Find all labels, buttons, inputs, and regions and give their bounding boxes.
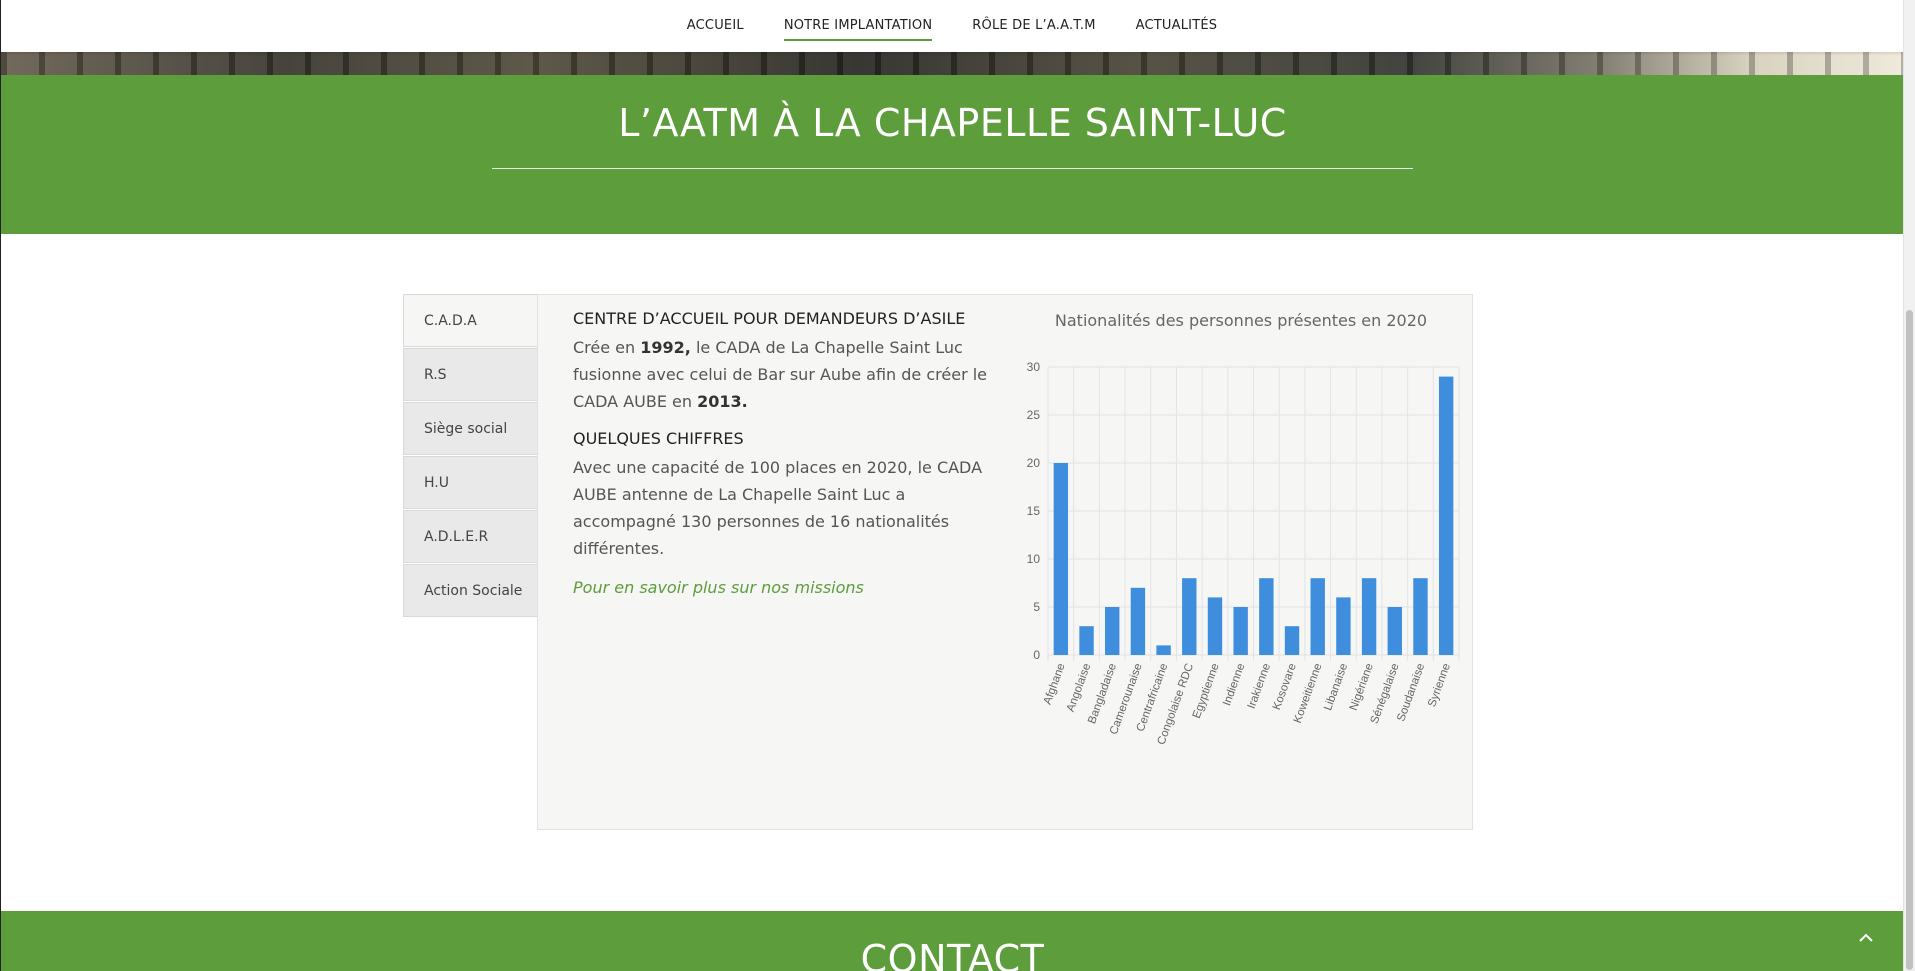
bar[interactable] <box>1438 376 1454 655</box>
bar[interactable] <box>1156 645 1171 655</box>
hero-image <box>1 52 1904 75</box>
tab-label: C.A.D.A <box>424 312 477 329</box>
page-scrollbar[interactable] <box>1903 0 1915 971</box>
x-tick-label: Egyptienne <box>1191 662 1222 720</box>
bar[interactable] <box>1130 587 1146 655</box>
x-tick-label: Soudanaise <box>1395 662 1427 723</box>
tab-hu[interactable]: H.U <box>403 456 538 509</box>
nav-item-role-aatm[interactable]: RÔLE DE L’A.A.T.M <box>972 12 1095 41</box>
window-edge <box>0 0 1 971</box>
bar[interactable] <box>1053 463 1069 655</box>
nationalities-chart: Nationalités des personnes présentes en … <box>1008 295 1474 831</box>
back-to-top-button[interactable] <box>1843 915 1888 960</box>
nav-item-accueil[interactable]: ACCUEIL <box>687 12 744 41</box>
x-tick-label: Angolaise <box>1065 662 1094 714</box>
tab-label: R.S <box>424 366 447 383</box>
y-tick-label: 0 <box>1033 648 1040 662</box>
bar[interactable] <box>1387 607 1402 655</box>
tab-panel-cada: CENTRE D’ACCUEIL POUR DEMANDEURS D’ASILE… <box>537 294 1473 830</box>
nav-item-notre-implantation[interactable]: NOTRE IMPLANTATION <box>783 12 933 41</box>
top-navigation: ACCUEIL NOTRE IMPLANTATION RÔLE DE L’A.A… <box>0 0 1904 52</box>
contact-section: CONTACT <box>1 911 1904 971</box>
bar[interactable] <box>1259 578 1274 655</box>
x-tick-label: Kosovare <box>1271 662 1299 712</box>
bar[interactable] <box>1079 626 1094 655</box>
bar[interactable] <box>1182 578 1197 655</box>
history-paragraph: Crée en 1992, le CADA de La Chapelle Sai… <box>573 334 993 415</box>
nav-item-actualites[interactable]: ACTUALITÉS <box>1136 12 1218 41</box>
year-highlight: 2013. <box>697 392 748 411</box>
tab-cada[interactable]: C.A.D.A <box>403 294 538 347</box>
section-heading: CENTRE D’ACCUEIL POUR DEMANDEURS D’ASILE <box>573 309 966 328</box>
x-tick-label: Nigériane <box>1348 662 1376 712</box>
tab-adler[interactable]: A.D.L.E.R <box>403 510 538 563</box>
y-tick-label: 10 <box>1027 552 1041 566</box>
tab-label: Action Sociale <box>424 582 523 599</box>
y-tick-label: 25 <box>1027 408 1041 422</box>
x-tick-label: Indienne <box>1221 662 1247 708</box>
x-tick-label: Afghane <box>1042 662 1068 706</box>
bar[interactable] <box>1233 607 1248 655</box>
bar[interactable] <box>1361 578 1377 655</box>
title-divider <box>492 168 1413 169</box>
chart-canvas: 051015202530AfghaneAngolaiseBangladaiseC… <box>1027 360 1460 747</box>
title-banner: L’AATM À LA CHAPELLE SAINT-LUC <box>1 75 1904 234</box>
bar[interactable] <box>1207 597 1223 655</box>
year-highlight: 1992, <box>640 338 691 357</box>
bar[interactable] <box>1284 626 1300 655</box>
x-tick-label: Libanaise <box>1322 662 1350 712</box>
tab-label: H.U <box>424 474 449 491</box>
text-segment: Crée en <box>573 338 641 357</box>
page-title: L’AATM À LA CHAPELLE SAINT-LUC <box>618 101 1287 145</box>
y-tick-label: 20 <box>1027 456 1041 470</box>
x-tick-label: Syrienne <box>1426 662 1453 709</box>
bar[interactable] <box>1105 607 1120 655</box>
contact-title: CONTACT <box>860 937 1045 971</box>
figures-paragraph: Avec une capacité de 100 places en 2020,… <box>573 458 983 558</box>
panel-text: CENTRE D’ACCUEIL POUR DEMANDEURS D’ASILE… <box>573 309 993 597</box>
tab-label: Siège social <box>424 420 508 437</box>
y-tick-label: 30 <box>1027 360 1041 374</box>
figures-heading: QUELQUES CHIFFRES <box>573 429 744 448</box>
location-tabs: C.A.D.A R.S Siège social H.U A.D.L.E.R A… <box>403 294 538 618</box>
nav-menu: ACCUEIL NOTRE IMPLANTATION RÔLE DE L’A.A… <box>0 0 1904 52</box>
y-tick-label: 15 <box>1027 504 1041 518</box>
scrollbar-thumb[interactable] <box>1906 310 1913 970</box>
tab-siege-social[interactable]: Siège social <box>403 402 538 455</box>
bar[interactable] <box>1310 578 1325 655</box>
bar[interactable] <box>1336 597 1351 655</box>
chevron-up-icon <box>1858 933 1873 942</box>
y-tick-label: 5 <box>1033 600 1040 614</box>
tab-rs[interactable]: R.S <box>403 348 538 401</box>
x-tick-label: Irakienne <box>1246 662 1273 711</box>
tab-action-sociale[interactable]: Action Sociale <box>403 564 538 617</box>
bar[interactable] <box>1413 578 1428 655</box>
tab-label: A.D.L.E.R <box>424 528 489 545</box>
missions-link[interactable]: Pour en savoir plus sur nos missions <box>573 578 864 597</box>
